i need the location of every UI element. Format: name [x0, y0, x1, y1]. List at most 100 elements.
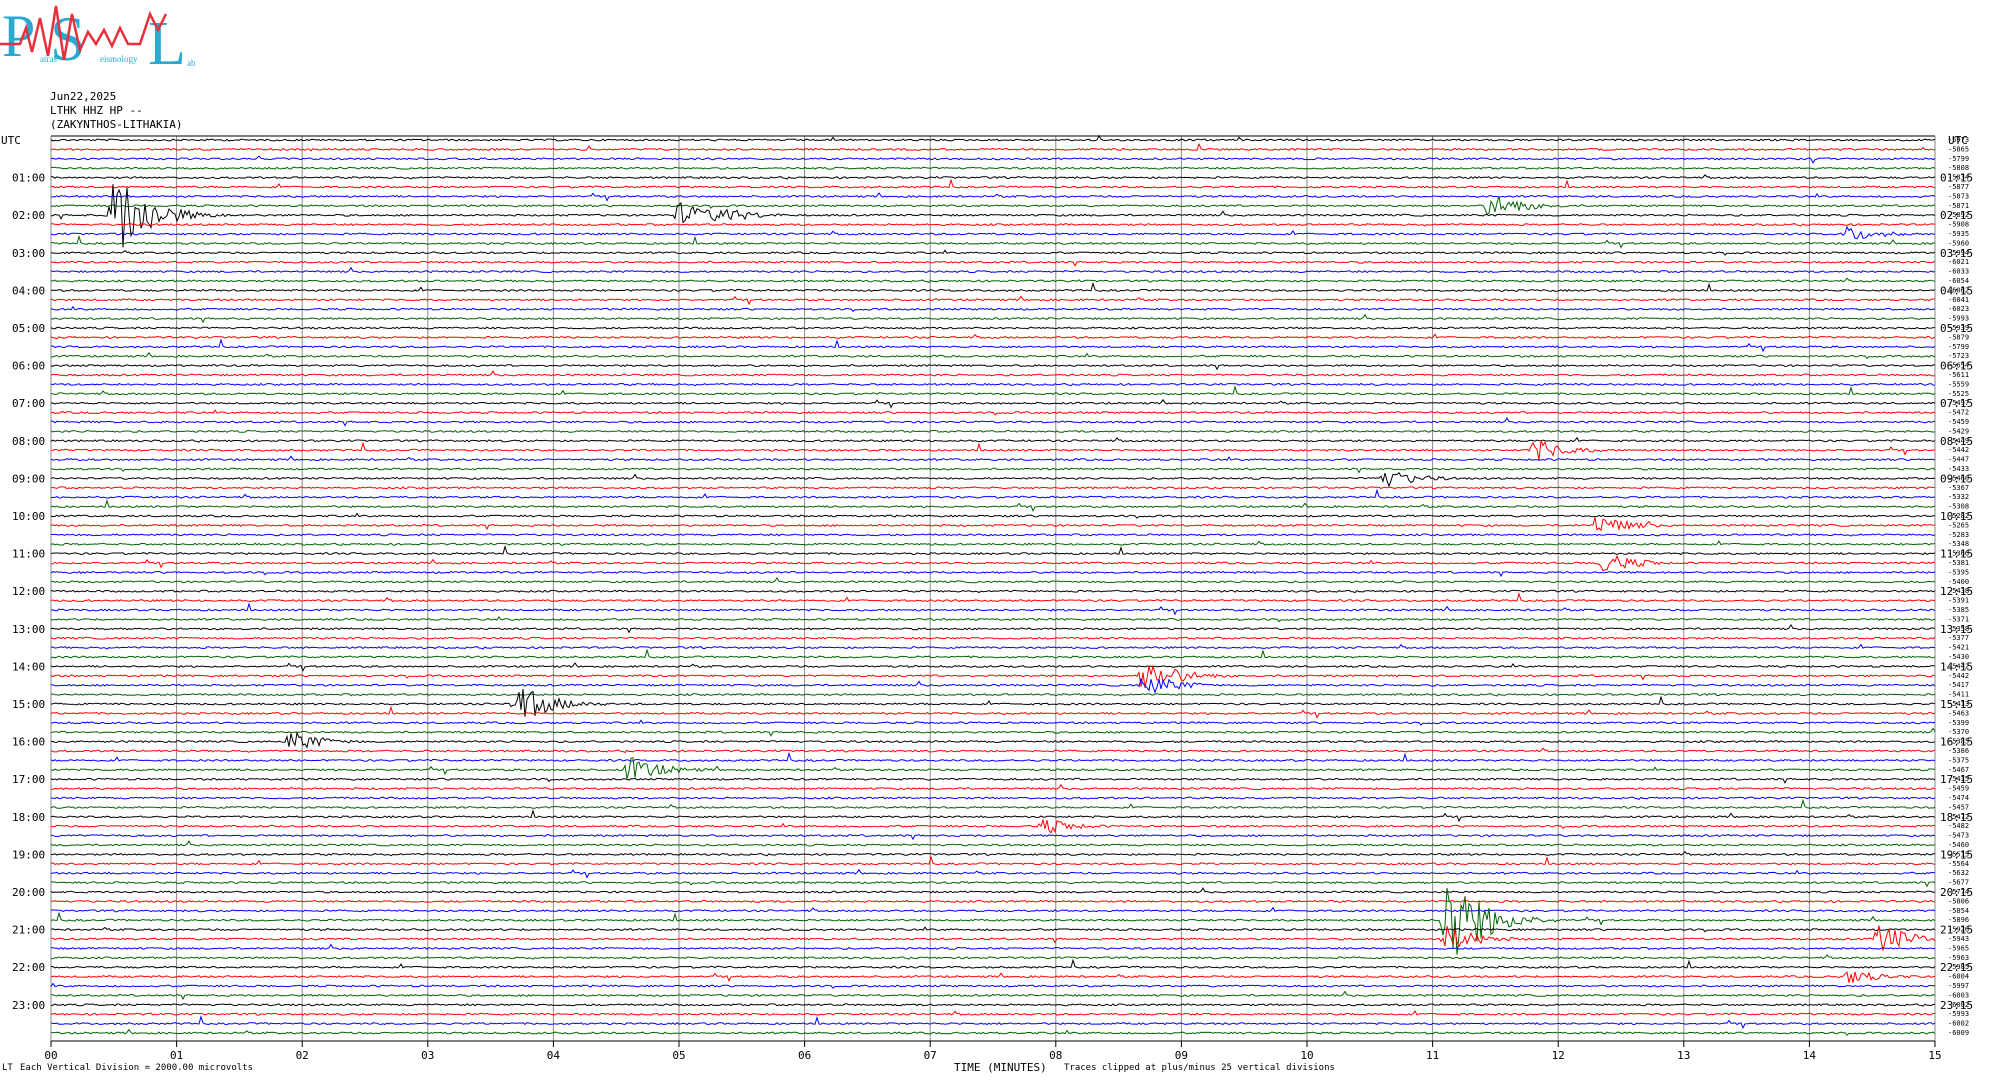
trace-offset-label: -5457	[1948, 803, 1969, 811]
trace-line	[50, 731, 1936, 749]
trace-offset-label: -5993	[1948, 315, 1969, 323]
x-tick-label: 13	[1677, 1049, 1690, 1062]
x-tick-label: 06	[798, 1049, 811, 1062]
trace-line	[50, 398, 1936, 409]
trace-offset-label: -5308	[1948, 503, 1969, 511]
x-tick-label: 01	[170, 1049, 183, 1062]
trace-line	[50, 1028, 1936, 1036]
trace-line	[50, 1010, 1936, 1016]
trace-line	[50, 409, 1936, 416]
footer-left-mark: LT	[2, 1063, 13, 1073]
trace-offset-label: -5515	[1948, 850, 1969, 858]
trace-offset-label: -5442	[1948, 672, 1969, 680]
trace-offset-label: -6009	[1948, 1029, 1969, 1037]
trace-line	[50, 192, 1936, 202]
trace-offset-label: -5442	[1948, 446, 1969, 454]
trace-line	[50, 234, 1936, 249]
trace-line	[51, 943, 1936, 950]
trace-offset-label: -5677	[1948, 879, 1969, 887]
x-tick-label: 00	[44, 1049, 57, 1062]
x-tick-label: 07	[924, 1049, 937, 1062]
trace-line	[50, 887, 1936, 955]
trace-line	[50, 455, 1936, 462]
trace-offset-label: -5395	[1948, 568, 1969, 576]
trace-offset-label: -5449	[1948, 437, 1969, 445]
trace-offset-label: -5871	[1948, 202, 1969, 210]
trace-offset-label: -5415	[1948, 775, 1969, 783]
left-time-label: 20:00	[12, 886, 45, 899]
trace-offset-label: -5892	[1948, 211, 1969, 219]
trace-offset-label: -5799	[1948, 155, 1969, 163]
trace-line	[50, 705, 1936, 719]
trace-line	[50, 142, 1936, 152]
trace-line	[50, 899, 1936, 904]
trace-line	[50, 636, 1936, 640]
trace-line	[50, 719, 1936, 726]
left-time-label: 18:00	[12, 811, 45, 824]
helicorder-plot: 00 01 02 03 04 05 06 07 08 09 10 11 12 13 14 15UTC UTC01…	[1, 134, 1973, 1062]
left-time-label: 02:00	[12, 209, 45, 222]
trace-line	[50, 591, 1936, 603]
trace-line	[50, 467, 1936, 474]
trace-offset-label: -5564	[1948, 860, 1969, 868]
trace-line	[50, 796, 1936, 800]
trace-line	[50, 498, 1936, 513]
trace-line	[50, 589, 1936, 594]
trace-offset-label: -5935	[1948, 230, 1969, 238]
trace-line	[50, 544, 1936, 556]
trace-offset-label: -5799	[1948, 343, 1969, 351]
trace-line	[50, 540, 1936, 547]
trace-line	[50, 333, 1936, 340]
trace-offset-label: -5366	[1948, 550, 1969, 558]
trace-offset-label: -5497	[1948, 399, 1969, 407]
trace-offset-label: -5438	[1948, 587, 1969, 595]
trace-offset-label: -5654	[1948, 362, 1969, 370]
trace-offset-label: -5460	[1948, 841, 1969, 849]
trace-line	[51, 338, 1936, 353]
trace-line	[50, 954, 1936, 960]
trace-line	[50, 1003, 1936, 1007]
trace-line	[50, 440, 1936, 461]
trace-offset-label: -5473	[1948, 832, 1969, 840]
left-time-label: 14:00	[12, 660, 45, 673]
trace-line	[50, 266, 1936, 274]
trace-offset-label: -6003	[1948, 991, 1969, 999]
trace-offset-label: -5411	[1948, 691, 1969, 699]
trace-line	[50, 295, 1936, 306]
trace-offset-label: -5447	[1948, 456, 1969, 464]
x-tick-label: 02	[296, 1049, 309, 1062]
x-tick-label: 14	[1803, 1049, 1817, 1062]
trace-line	[50, 570, 1936, 578]
trace-offset-label: -5632	[1948, 869, 1969, 877]
left-time-label: 06:00	[12, 360, 45, 373]
trace-offset-label: -5879	[1948, 333, 1969, 341]
left-time-label: 13:00	[12, 623, 45, 636]
left-time-label: 22:00	[12, 961, 45, 974]
trace-offset-label: -5723	[1948, 352, 1969, 360]
trace-line	[50, 512, 1936, 519]
trace-offset-label: -5774	[1948, 888, 1969, 896]
trace-line	[50, 281, 1936, 293]
trace-line	[50, 747, 1936, 753]
left-time-label: 15:00	[12, 698, 45, 711]
trace-offset-label: -5429	[1948, 427, 1969, 435]
trace-offset-label: -5413	[1948, 700, 1969, 708]
trace-offset-label: -5877	[1948, 183, 1969, 191]
trace-offset-label: -5399	[1948, 719, 1969, 727]
left-axis-title: UTC	[1, 134, 21, 147]
trace-line	[50, 305, 1936, 313]
trace-offset-label: -5283	[1948, 531, 1969, 539]
left-time-label: 03:00	[12, 247, 45, 260]
trace-offset-label: -6062	[1948, 286, 1969, 294]
trace-line	[50, 798, 1936, 810]
trace-offset-label: -5460	[1948, 474, 1969, 482]
trace-offset-label: -5482	[1948, 822, 1969, 830]
trace-offset-label: -5377	[1948, 634, 1969, 642]
trace-offset-label: -6002	[1948, 1020, 1969, 1028]
x-tick-label: 10	[1300, 1049, 1313, 1062]
trace-line	[51, 174, 1936, 180]
trace-offset-label: -5854	[1948, 907, 1969, 915]
trace-offset-label: -5459	[1948, 785, 1969, 793]
trace-line	[50, 517, 1936, 532]
trace-offset-label: -5960	[1948, 239, 1969, 247]
